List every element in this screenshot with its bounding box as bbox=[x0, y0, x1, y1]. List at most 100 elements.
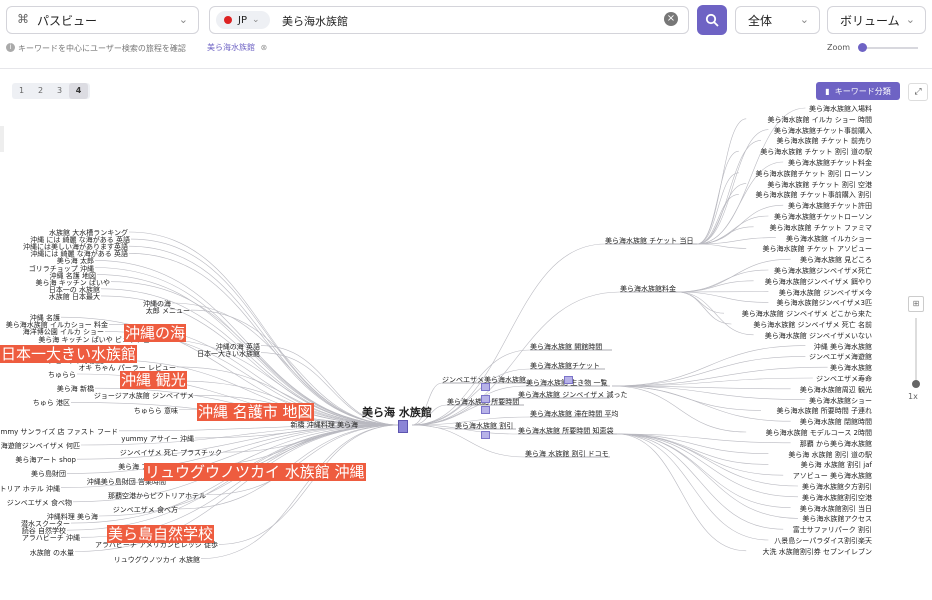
scale-slider-track[interactable] bbox=[915, 318, 917, 382]
right-keyword-node[interactable]: 美ら海 水族館 割引 jaf bbox=[801, 460, 872, 470]
tag-remove-icon[interactable]: ⊗ bbox=[261, 43, 268, 52]
search-button[interactable] bbox=[697, 5, 727, 35]
right-keyword-node[interactable]: 美ら海水族館 チケット 割引 道の駅 bbox=[760, 147, 872, 157]
left-keyword-node[interactable]: ちゅらら bbox=[48, 370, 76, 380]
mid-keyword-node[interactable]: 美ら海水族館チケット bbox=[530, 361, 600, 371]
highlighted-keyword[interactable]: 日本一大きい水族館 bbox=[0, 345, 138, 363]
right-keyword-node[interactable]: 美ら海水族館 イルカ ショー 時間 bbox=[768, 115, 872, 125]
right-keyword-node[interactable]: 大洗 水族館割引券 セブンイレブン bbox=[763, 547, 872, 557]
left-keyword-node[interactable]: 日本一大きい水族館 bbox=[197, 349, 260, 359]
right-keyword-node[interactable]: 美ら海水族館 チケット事前購入 割引 bbox=[756, 190, 872, 200]
right-keyword-node[interactable]: 美ら海水族館入場料 bbox=[809, 104, 872, 114]
left-keyword-node[interactable]: アラハビーチ 沖縄 bbox=[22, 533, 80, 543]
left-keyword-node[interactable]: 水族館 の水量 bbox=[30, 548, 74, 558]
right-keyword-node[interactable]: 美ら海水族館チケット事前購入 bbox=[774, 126, 872, 136]
mid-node-marker[interactable] bbox=[481, 431, 490, 439]
mid-keyword-node[interactable]: 美ら海水族館 ジンベイザメ 減った bbox=[518, 390, 627, 400]
left-keyword-node[interactable]: ヴィクトリア ホテル 沖縄 bbox=[0, 484, 60, 494]
center-node-marker[interactable] bbox=[398, 420, 408, 433]
mid-keyword-node[interactable]: 美ら海水族館 割引 bbox=[455, 421, 513, 431]
left-keyword-node[interactable]: ジンベエザメ 食べ物 bbox=[7, 498, 72, 508]
left-keyword-node[interactable]: ジョージア水族館 ジンベイザメ bbox=[94, 391, 194, 401]
right-keyword-node[interactable]: 富士サファリパーク 割引 bbox=[793, 525, 872, 535]
highlighted-keyword[interactable]: 美ら島自然学校 bbox=[107, 525, 215, 543]
right-keyword-node[interactable]: 美ら海水族館割引 当日 bbox=[800, 504, 872, 514]
right-keyword-node[interactable]: 美ら海水族館ジンベイザメ3匹 bbox=[777, 298, 872, 308]
left-keyword-node[interactable]: リュウグウノツカイ 水族館 bbox=[114, 555, 200, 565]
right-keyword-node[interactable]: 美ら海水族館 bbox=[830, 363, 872, 373]
left-keyword-node[interactable]: 海遊館ジンベイザメ 何匹 bbox=[1, 441, 80, 451]
right-keyword-node[interactable]: 美ら海水族館チケット 割引 ローソン bbox=[756, 169, 872, 179]
left-keyword-node[interactable]: 那覇空港からビクトリアホテル bbox=[108, 491, 206, 501]
right-keyword-node[interactable]: 美ら海水族館 チケット アソビュー bbox=[763, 244, 872, 254]
search-input[interactable] bbox=[280, 11, 654, 31]
left-keyword-node[interactable]: ジンベエザメ 食べ方 bbox=[113, 505, 178, 515]
right-keyword-node[interactable]: 美ら海水族館 見どころ bbox=[800, 255, 872, 265]
right-keyword-node[interactable]: 美ら海水族館アクセス bbox=[802, 514, 872, 524]
left-keyword-node[interactable]: 美ら島財団 bbox=[31, 469, 66, 479]
right-keyword-node[interactable]: 八景島シーパラダイス割引楽天 bbox=[774, 536, 872, 546]
center-node-label[interactable]: 美ら海 水族館 bbox=[362, 404, 432, 420]
mid-node-marker[interactable] bbox=[481, 395, 490, 403]
left-keyword-node[interactable]: 美ら海 新橋 bbox=[57, 384, 94, 394]
zoom-slider-track[interactable] bbox=[866, 47, 918, 49]
right-keyword-node[interactable]: 美ら海水族館 モデルコース 2時間 bbox=[766, 428, 872, 438]
right-keyword-node[interactable]: 美ら海水族館ショー bbox=[809, 396, 872, 406]
right-keyword-node[interactable]: 美ら海水族館チケット許田 bbox=[788, 201, 872, 211]
mid-keyword-node[interactable]: 美ら海 水族館 割引 ドコモ bbox=[525, 449, 609, 459]
right-keyword-node[interactable]: 美ら海水族館 ジンベイザメ今 bbox=[779, 288, 872, 298]
scale-slider-handle[interactable] bbox=[912, 380, 920, 388]
highlighted-keyword[interactable]: 沖縄 名護市 地図 bbox=[197, 403, 314, 421]
left-keyword-node[interactable]: 太郎 メニュー bbox=[146, 306, 190, 316]
mid-node-marker[interactable] bbox=[481, 383, 490, 391]
country-select[interactable]: JP ⌄ bbox=[216, 11, 270, 29]
highlighted-keyword[interactable]: 沖縄の海 bbox=[124, 324, 187, 342]
mid-keyword-node[interactable]: 美ら海水族館 滞在時間 平均 bbox=[530, 409, 618, 419]
left-keyword-node[interactable]: 水族館 日本最大 bbox=[49, 292, 100, 302]
left-keyword-node[interactable]: 美ら海アート shop bbox=[15, 455, 76, 465]
mid-keyword-node[interactable]: 美ら海水族館 チケット 当日 bbox=[605, 236, 693, 246]
highlighted-keyword[interactable]: 沖縄 観光 bbox=[120, 371, 187, 389]
mid-node-marker[interactable] bbox=[481, 406, 490, 414]
right-keyword-node[interactable]: 美ら海水族館周辺 観光 bbox=[800, 385, 872, 395]
right-keyword-node[interactable]: 美ら海水族館 ジンベイザメ 死亡 名前 bbox=[753, 320, 872, 330]
right-keyword-node[interactable]: 美ら海水族館 所要時間 子連れ bbox=[777, 406, 872, 416]
right-keyword-node[interactable]: 美ら海水族館ジンベイザメ 餌やり bbox=[765, 277, 872, 287]
right-keyword-node[interactable]: ジンベエザメ海遊館 bbox=[809, 352, 872, 362]
right-keyword-node[interactable]: 美ら海水族館夕方割引 bbox=[802, 482, 872, 492]
right-keyword-node[interactable]: 美ら海水族館チケット料金 bbox=[788, 158, 872, 168]
mid-node-marker[interactable] bbox=[564, 376, 573, 384]
view-select[interactable]: ⌘ パスビュー ⌄ bbox=[6, 6, 199, 34]
right-keyword-node[interactable]: 沖縄 美ら海水族館 bbox=[814, 342, 872, 352]
mid-keyword-node[interactable]: 美ら海水族館料金 bbox=[620, 284, 676, 294]
right-keyword-node[interactable]: 美ら海水族館ジンベイザメ死亡 bbox=[774, 266, 872, 276]
left-keyword-node[interactable]: yummy アサイー 沖縄 bbox=[121, 434, 194, 444]
right-keyword-node[interactable]: 美ら海水族館割引空港 bbox=[802, 493, 872, 503]
left-keyword-node[interactable]: ちゅら 港区 bbox=[33, 398, 70, 408]
left-keyword-node[interactable]: 新橋 沖縄料理 美ら海 bbox=[291, 420, 358, 430]
right-keyword-node[interactable]: 美ら海 水族館 割引 道の駅 bbox=[788, 450, 872, 460]
mid-keyword-node[interactable]: 美ら海水族館 所要時間 知恵袋 bbox=[518, 426, 613, 436]
scope-select[interactable]: 全体 ⌄ bbox=[735, 6, 820, 34]
left-keyword-node[interactable]: ちゅらら 意味 bbox=[134, 406, 178, 416]
highlighted-keyword[interactable]: リュウグウノツカイ 水族館 沖縄 bbox=[144, 463, 366, 481]
graph-edge bbox=[616, 433, 784, 476]
right-keyword-node[interactable]: 美ら海水族館 ジンベイザメいない bbox=[765, 331, 872, 341]
right-keyword-node[interactable]: アソビュー 美ら海水族館 bbox=[793, 471, 872, 481]
zoom-slider-handle[interactable] bbox=[858, 43, 867, 52]
right-keyword-node[interactable]: 美ら海水族館 ジンベイザメ どこから来た bbox=[742, 309, 872, 319]
clear-icon[interactable]: × bbox=[664, 12, 678, 26]
right-keyword-node[interactable]: 美ら海水族館 イルカショー bbox=[786, 234, 872, 244]
right-keyword-node[interactable]: 美ら海水族館 チケット 割引 空港 bbox=[767, 180, 872, 190]
right-keyword-node[interactable]: 美ら海水族館 チケット 前売り bbox=[777, 136, 872, 146]
mid-keyword-node[interactable]: 美ら海水族館 開館時間 bbox=[530, 342, 602, 352]
right-keyword-node[interactable]: 那覇 から美ら海水族館 bbox=[800, 439, 872, 449]
right-keyword-node[interactable]: 美ら海水族館チケットローソン bbox=[774, 212, 872, 222]
right-keyword-node[interactable]: ジンベエザメ寿命 bbox=[816, 374, 872, 384]
right-keyword-node[interactable]: 美ら海水族館 チケット ファミマ bbox=[770, 223, 872, 233]
metric-select[interactable]: ボリューム ⌄ bbox=[827, 6, 926, 34]
fit-icon[interactable]: ⊞ bbox=[908, 296, 924, 312]
left-keyword-node[interactable]: yummy サンライズ 店 ファスト フード bbox=[0, 427, 118, 437]
left-keyword-node[interactable]: ジンベイザメ 死亡 プラスチック bbox=[120, 448, 222, 458]
right-keyword-node[interactable]: 美ら海水族館 閉館時間 bbox=[800, 417, 872, 427]
